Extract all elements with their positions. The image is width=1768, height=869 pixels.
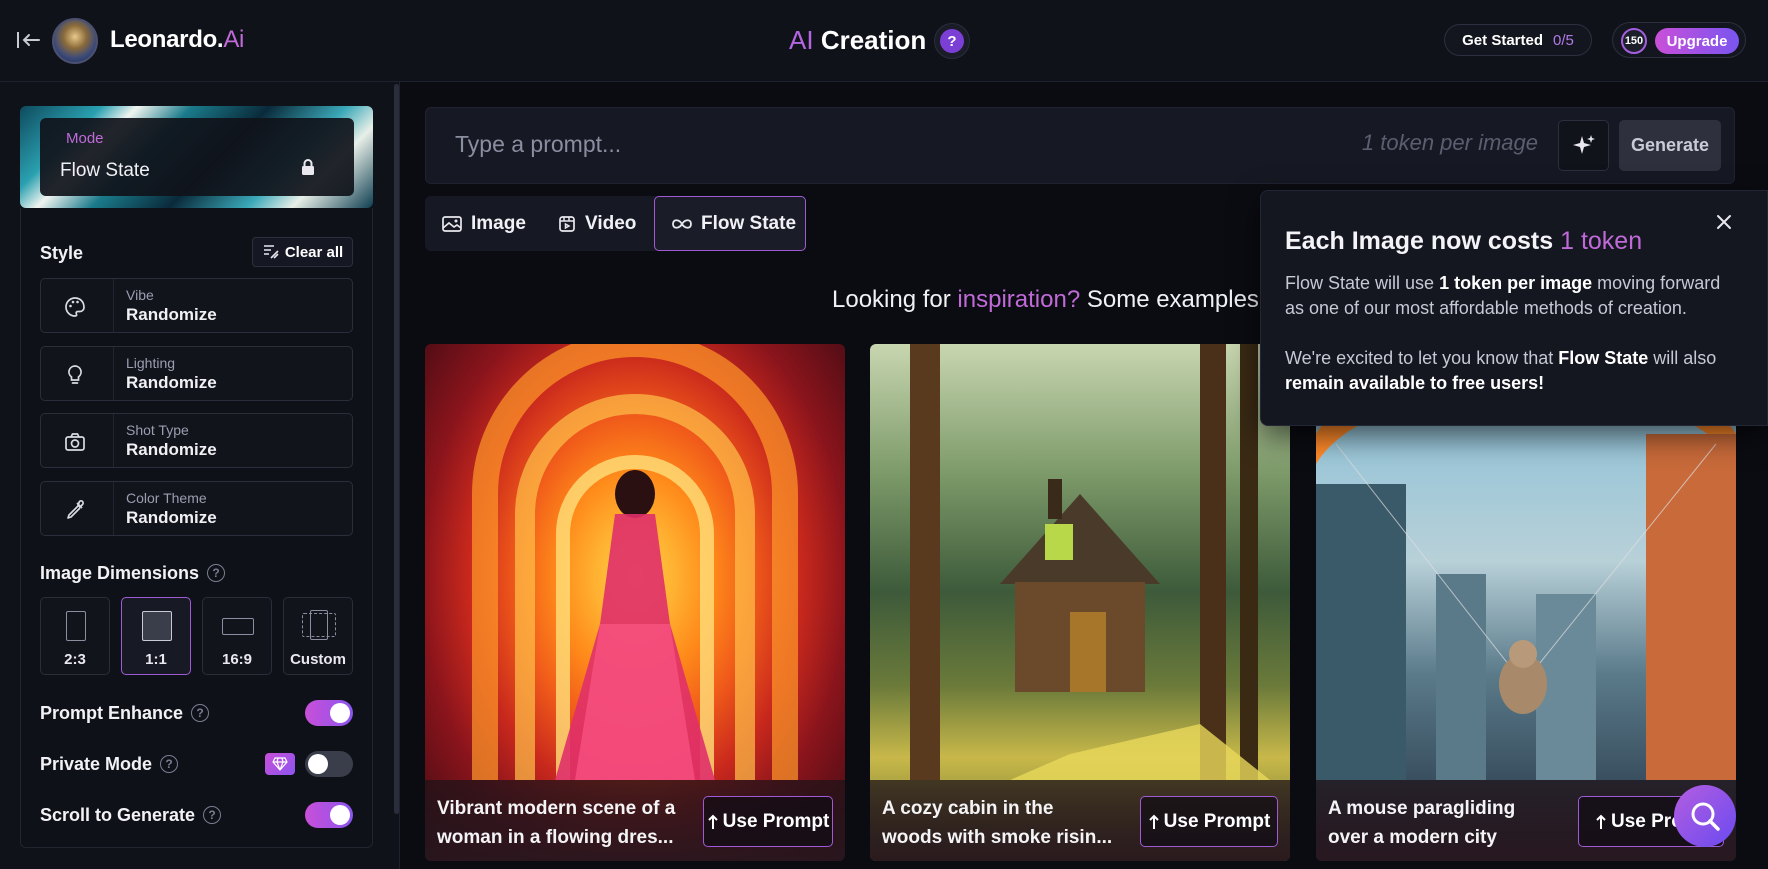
prompt-enhance-button[interactable] [1558,120,1609,171]
search-icon [1691,802,1720,831]
tab-image[interactable]: Image [425,196,535,251]
image-dimensions-title: Image Dimensions? [40,563,226,584]
eyedropper-icon [67,500,84,519]
tab-video[interactable]: Video [541,196,637,251]
dimension-16-9[interactable]: 16:9 [202,597,272,675]
mode-label: Mode [66,130,104,147]
mode-tabs: Image Video Flow State [425,196,806,251]
private-mode-toggle[interactable] [305,751,353,777]
help-icon[interactable]: ? [203,806,222,824]
sidebar-scrollbar[interactable] [394,84,399,814]
prompt-input[interactable] [455,126,1215,162]
example-image-cabin [910,344,1270,780]
image-icon [442,215,462,232]
lock-icon [302,159,314,175]
style-row-color-theme[interactable]: Color Theme Randomize [40,481,353,536]
arrow-up-icon [707,814,718,829]
camera-icon [65,433,85,451]
card-caption: Vibrant modern scene of a woman in a flow… [425,780,845,861]
card-caption: A mouse paragliding over a modern city Us… [1316,780,1736,861]
example-card[interactable]: A cozy cabin in the woods with smoke risi… [870,344,1290,861]
help-icon[interactable]: ? [160,755,179,773]
page-title: AI Creation [789,25,927,55]
clear-all-button[interactable]: Clear all [252,237,353,267]
palette-icon [65,297,85,317]
video-icon [559,215,575,232]
mode-panel: Mode Flow State [40,118,354,196]
help-icon[interactable]: ? [191,704,210,722]
mode-card[interactable]: Mode Flow State [20,106,373,208]
card-caption: A cozy cabin in the woods with smoke risi… [870,780,1290,861]
style-row-vibe[interactable]: Vibe Randomize [40,278,353,333]
token-upgrade-group: 150 Upgrade [1612,22,1746,58]
upgrade-button[interactable]: Upgrade [1655,28,1739,54]
infinity-icon [672,218,692,229]
get-started-progress: 0/5 [1553,31,1574,49]
dimension-1-1[interactable]: 1:1 [121,597,191,675]
close-icon[interactable] [1713,211,1735,233]
scroll-to-generate-toggle[interactable] [305,802,353,828]
example-card[interactable]: Vibrant modern scene of a woman in a flow… [425,344,845,861]
arrow-up-icon [1596,814,1606,829]
prompt-enhance-toggle[interactable] [305,700,353,726]
tab-flow-state[interactable]: Flow State [654,196,806,251]
token-balance-badge[interactable]: 150 [1621,28,1647,54]
help-icon[interactable]: ? [207,564,226,582]
token-cost-notice: Each Image now costs 1 token Flow State … [1260,190,1768,426]
prompt-enhance-label: Prompt Enhance? [40,703,210,724]
generate-button[interactable]: Generate [1619,120,1721,171]
private-mode-label: Private Mode? [40,754,179,775]
sparkle-icon [1572,134,1595,154]
inspiration-heading: Looking for inspiration? Some examples [832,286,1259,313]
use-prompt-button[interactable]: Use Prompt [703,796,833,847]
notice-title: Each Image now costs 1 token [1285,227,1643,255]
support-chat-button[interactable] [1674,785,1736,847]
clear-icon [263,245,279,259]
dimension-custom[interactable]: Custom [283,597,353,675]
app-logo-text[interactable]: Leonardo.Ai [110,26,244,54]
collapse-sidebar-icon[interactable] [14,26,42,54]
style-row-lighting[interactable]: Lighting Randomize [40,346,353,401]
premium-gem-icon [265,753,295,775]
get-started-button[interactable]: Get Started 0/5 [1444,24,1592,56]
arrow-up-icon [1148,814,1159,829]
scroll-to-generate-label: Scroll to Generate? [40,805,222,826]
notice-body: Flow State will use 1 token per image mo… [1285,273,1721,393]
style-row-shot-type[interactable]: Shot Type Randomize [40,413,353,468]
help-button[interactable]: ? [934,23,970,59]
style-section-title: Style [40,243,84,263]
dimension-2-3[interactable]: 2:3 [40,597,110,675]
mode-value: Flow State [60,160,150,181]
lightbulb-icon [68,365,82,384]
logo-avatar[interactable] [52,18,98,64]
use-prompt-button[interactable]: Use Prompt [1140,796,1278,847]
token-cost-hint: 1 token per image [1361,130,1538,155]
help-icon: ? [940,29,964,53]
example-image-arches [472,344,798,780]
